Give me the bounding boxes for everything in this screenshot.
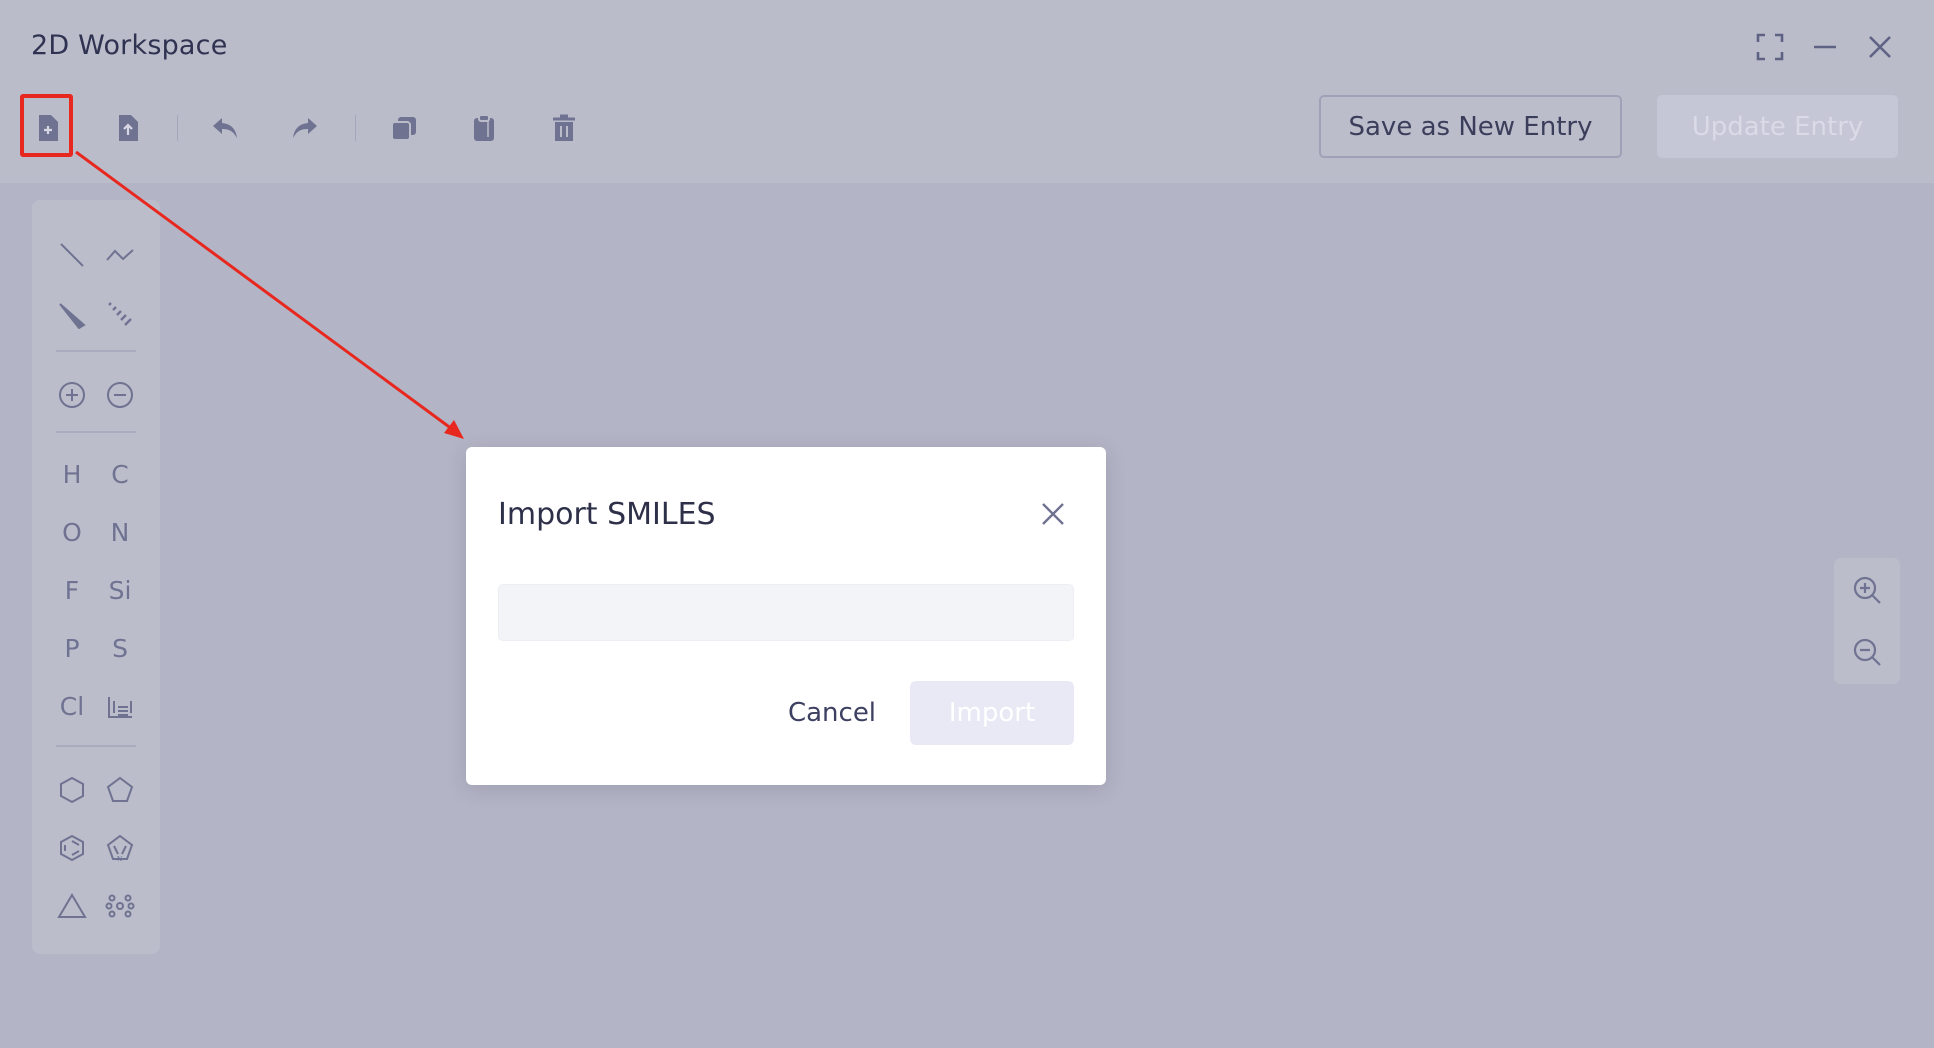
element-c-button[interactable]: C [100, 454, 140, 494]
svg-text:N: N [117, 855, 122, 863]
window-title: 2D Workspace [31, 30, 228, 61]
dialog-close-icon[interactable] [1036, 497, 1070, 531]
workspace-window: 2D Workspace Save as New Entry Update En… [0, 0, 1934, 1048]
minimize-icon[interactable] [1808, 30, 1842, 64]
element-h-button[interactable]: H [52, 454, 92, 494]
toolbar-divider [177, 115, 178, 141]
element-si-button[interactable]: Si [100, 570, 140, 610]
cancel-button[interactable]: Cancel [752, 681, 912, 745]
dialog-title: Import SMILES [498, 497, 716, 532]
header-bar: 2D Workspace Save as New Entry Update En… [0, 0, 1934, 183]
delete-icon[interactable] [544, 108, 584, 148]
pyrrole-icon[interactable]: N [100, 828, 140, 868]
template-icon[interactable] [100, 886, 140, 926]
element-n-button[interactable]: N [100, 512, 140, 552]
zoom-out-icon[interactable] [1850, 635, 1884, 669]
wedge-bond-icon[interactable] [52, 294, 92, 334]
hexagon-icon[interactable] [52, 770, 92, 810]
element-cl-button[interactable]: Cl [52, 686, 92, 726]
zoom-panel [1834, 558, 1900, 684]
copy-icon[interactable] [384, 108, 424, 148]
tool-palette: H C O N F Si P S Cl N [32, 200, 160, 954]
benzene-icon[interactable] [52, 828, 92, 868]
paste-icon[interactable] [464, 108, 504, 148]
palette-divider [56, 745, 136, 747]
palette-divider [56, 431, 136, 433]
import-smiles-dialog: Import SMILES Cancel Import [466, 447, 1106, 785]
smiles-input[interactable] [498, 584, 1074, 641]
upload-file-icon[interactable] [108, 108, 148, 148]
negative-charge-icon[interactable] [100, 375, 140, 415]
element-f-button[interactable]: F [52, 570, 92, 610]
undo-icon[interactable] [205, 108, 245, 148]
triangle-icon[interactable] [52, 886, 92, 926]
single-bond-icon[interactable] [52, 235, 92, 275]
redo-icon[interactable] [285, 108, 325, 148]
save-as-new-entry-button[interactable]: Save as New Entry [1319, 95, 1622, 158]
toolbar-divider [355, 115, 356, 141]
positive-charge-icon[interactable] [52, 375, 92, 415]
update-entry-button[interactable]: Update Entry [1657, 95, 1898, 158]
zoom-in-icon[interactable] [1850, 573, 1884, 607]
close-icon[interactable] [1863, 30, 1897, 64]
hash-bond-icon[interactable] [100, 294, 140, 334]
import-button[interactable]: Import [910, 681, 1074, 745]
palette-divider [56, 350, 136, 352]
pentagon-icon[interactable] [100, 770, 140, 810]
fullscreen-icon[interactable] [1753, 30, 1787, 64]
element-s-button[interactable]: S [100, 628, 140, 668]
chain-bond-icon[interactable] [100, 235, 140, 275]
highlight-box [20, 94, 73, 157]
periodic-table-icon[interactable] [100, 686, 140, 726]
element-o-button[interactable]: O [52, 512, 92, 552]
element-p-button[interactable]: P [52, 628, 92, 668]
